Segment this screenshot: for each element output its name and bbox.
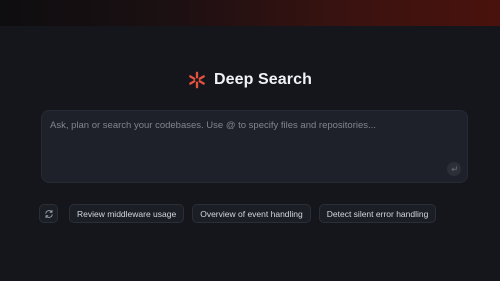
- suggestion-row: Review middleware usage Overview of even…: [39, 204, 437, 223]
- search-input[interactable]: [42, 111, 467, 182]
- suggestion-chip-event-handling[interactable]: Overview of event handling: [192, 204, 311, 223]
- search-box: [41, 110, 468, 183]
- suggestion-chip-middleware[interactable]: Review middleware usage: [69, 204, 185, 223]
- asterisk-spark-icon: [189, 71, 205, 89]
- refresh-suggestions-button[interactable]: [39, 204, 58, 223]
- page-title: Deep Search: [213, 71, 313, 88]
- refresh-icon: [44, 209, 53, 218]
- enter-return-icon: [451, 166, 457, 172]
- hero-header: Deep Search: [0, 68, 500, 92]
- suggestion-chip-silent-errors[interactable]: Detect silent error handling: [318, 204, 437, 223]
- send-button[interactable]: [447, 162, 461, 176]
- deep-search-page: Deep Search Review middleware usage Over…: [0, 0, 500, 281]
- top-gradient-band: [0, 0, 500, 26]
